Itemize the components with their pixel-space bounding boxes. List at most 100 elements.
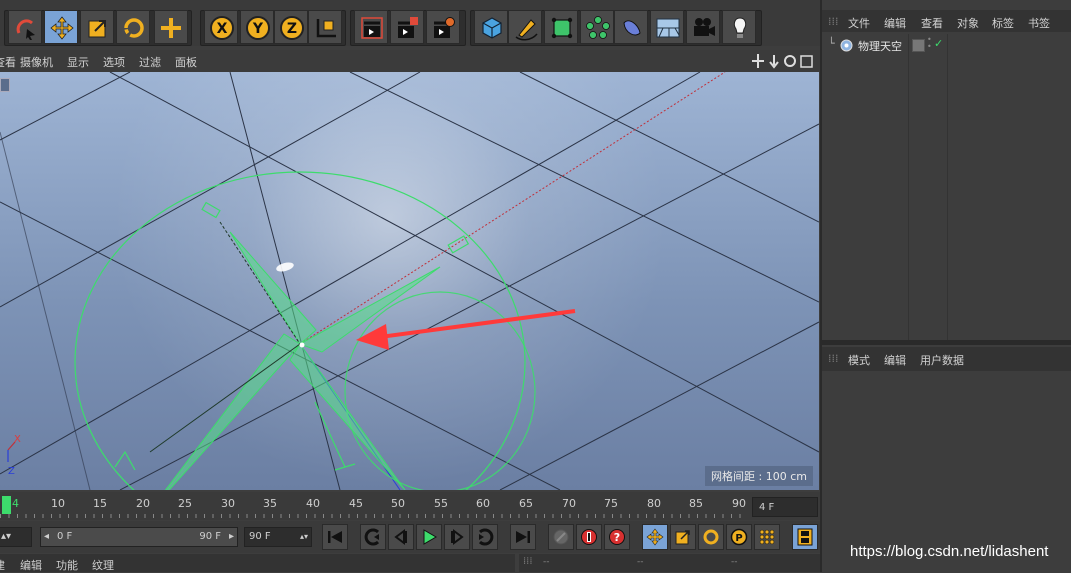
previous-frame-button[interactable] — [388, 524, 414, 550]
viewport-menu-view[interactable]: 查看 — [0, 54, 16, 70]
viewport-menu-camera[interactable]: 摄像机 — [20, 54, 53, 70]
tick-label: 35 — [263, 497, 277, 510]
recent-tool-icon[interactable] — [154, 10, 188, 44]
physical-sky-icon — [840, 39, 853, 52]
tick-label: 15 — [93, 497, 107, 510]
cloner-icon[interactable] — [580, 10, 614, 44]
tick-label: 60 — [476, 497, 490, 510]
light-icon[interactable] — [722, 10, 756, 44]
menu-item-edit[interactable]: 编辑 — [20, 557, 42, 573]
range-start-label: 0 F — [57, 531, 73, 542]
move-tool-icon[interactable] — [44, 10, 78, 44]
grip-icon: ⁞⁞⁞ — [523, 556, 533, 567]
tick-label: 30 — [221, 497, 235, 510]
live-selection-icon[interactable] — [8, 10, 42, 44]
timeline-ruler[interactable]: 4 10 15 20 25 30 35 40 45 50 55 60 65 70… — [0, 492, 820, 520]
preview-range-slider[interactable]: ◂ 0 F 90 F ▸ — [40, 527, 238, 547]
viewport-menu-panel[interactable]: 面板 — [175, 54, 197, 70]
tick-label: 80 — [647, 497, 661, 510]
menu-item-create[interactable]: 建 — [0, 557, 5, 573]
render-settings-icon[interactable] — [426, 10, 460, 44]
tick-label: 75 — [604, 497, 618, 510]
go-to-end-button[interactable] — [510, 524, 536, 550]
menu-item-file[interactable]: 文件 — [848, 15, 870, 31]
subdivision-surface-icon[interactable] — [544, 10, 578, 44]
camera-icon[interactable] — [686, 10, 720, 44]
svg-text:X: X — [217, 21, 228, 37]
key-rotation-button[interactable] — [698, 524, 724, 550]
next-frame-button[interactable] — [444, 524, 470, 550]
menu-item-edit[interactable]: 编辑 — [884, 352, 906, 368]
current-frame-field[interactable]: 4 F — [752, 497, 818, 517]
floor-grid — [0, 72, 819, 490]
tick-label: 55 — [434, 497, 448, 510]
scale-tool-icon[interactable] — [80, 10, 114, 44]
viewport-tab-marker[interactable] — [0, 78, 10, 92]
enabled-check-icon[interactable]: ✓ — [934, 37, 943, 50]
coordinates-panel-header: ⁞⁞⁞ -- -- -- — [519, 554, 820, 572]
render-view-icon[interactable] — [354, 10, 388, 44]
previous-key-button[interactable] — [360, 524, 386, 550]
next-key-button[interactable] — [472, 524, 498, 550]
svg-text:P: P — [735, 533, 742, 544]
menu-item-view[interactable]: 查看 — [921, 15, 943, 31]
x-axis-lock-icon[interactable]: X — [204, 10, 238, 44]
menu-item-mode[interactable]: 模式 — [848, 352, 870, 368]
deformer-icon[interactable] — [614, 10, 648, 44]
end-frame-field[interactable]: 90 F ▴▾ — [244, 527, 312, 547]
viewport-menu-options[interactable]: 选项 — [103, 54, 125, 70]
viewport-menu-display[interactable]: 显示 — [67, 54, 89, 70]
key-parameter-button[interactable]: P — [726, 524, 752, 550]
svg-text:X: X — [14, 434, 21, 445]
tick-label: 45 — [349, 497, 363, 510]
key-position-button[interactable] — [642, 524, 668, 550]
coord-column-3: -- — [731, 557, 738, 567]
watermark-text: https://blog.csdn.net/lidashent — [850, 543, 1049, 560]
material-manager-menubar: 建 编辑 功能 纹理 — [0, 554, 515, 572]
object-row[interactable]: └ 物理天空 • • ✓ — [822, 35, 1071, 55]
object-name[interactable]: 物理天空 — [858, 38, 902, 54]
grid-spacing-label: 网格间距 : 100 cm — [705, 466, 813, 486]
grip-icon: ⁞⁞⁞ — [828, 15, 839, 28]
z-axis-lock-icon[interactable]: Z — [274, 10, 308, 44]
key-scale-button[interactable] — [670, 524, 696, 550]
menu-item-objects[interactable]: 对象 — [957, 15, 979, 31]
menu-item-edit[interactable]: 编辑 — [884, 15, 906, 31]
coord-column-1: -- — [543, 557, 550, 567]
tick-label: 20 — [136, 497, 150, 510]
play-forward-button[interactable] — [416, 524, 442, 550]
3d-viewport[interactable]: X Z 网格间距 : 100 cm — [0, 72, 819, 490]
coord-column-2: -- — [637, 557, 644, 567]
main-toolbar: X Y Z — [0, 0, 820, 46]
menu-item-tags[interactable]: 标签 — [992, 15, 1014, 31]
tick-label: 50 — [391, 497, 405, 510]
render-visibility-dots[interactable]: • • — [927, 36, 932, 51]
playhead-marker[interactable] — [2, 496, 11, 514]
cube-object-icon[interactable] — [474, 10, 508, 44]
y-axis-lock-icon[interactable]: Y — [240, 10, 274, 44]
menu-item-texture[interactable]: 纹理 — [92, 557, 114, 573]
timeline-window-button[interactable] — [792, 524, 818, 550]
viewport-menubar: 查看 摄像机 显示 选项 过滤 面板 — [0, 50, 820, 72]
viewport-nav-icons[interactable] — [752, 53, 816, 69]
start-frame-field[interactable]: 0 F▴▾ — [0, 527, 32, 547]
floor-scene-icon[interactable] — [650, 10, 684, 44]
coordinate-system-icon[interactable] — [308, 10, 342, 44]
render-picture-viewer-icon[interactable] — [390, 10, 424, 44]
range-end-label: 90 F — [199, 531, 221, 542]
svg-text:?: ? — [614, 531, 620, 544]
svg-text:Y: Y — [252, 21, 264, 37]
menu-item-bookmarks[interactable]: 书签 — [1028, 15, 1050, 31]
tick-label: 25 — [178, 497, 192, 510]
record-keys-disabled-button[interactable] — [548, 524, 574, 550]
go-to-start-button[interactable] — [322, 524, 348, 550]
autokeying-button[interactable]: ? — [604, 524, 630, 550]
menu-item-function[interactable]: 功能 — [56, 557, 78, 573]
key-pla-button[interactable] — [754, 524, 780, 550]
viewport-menu-filter[interactable]: 过滤 — [139, 54, 161, 70]
rotate-tool-icon[interactable] — [116, 10, 150, 44]
pen-spline-icon[interactable] — [508, 10, 542, 44]
record-active-objects-button[interactable] — [576, 524, 602, 550]
menu-item-user-data[interactable]: 用户数据 — [920, 352, 964, 368]
editor-visibility-toggle[interactable] — [912, 39, 925, 52]
